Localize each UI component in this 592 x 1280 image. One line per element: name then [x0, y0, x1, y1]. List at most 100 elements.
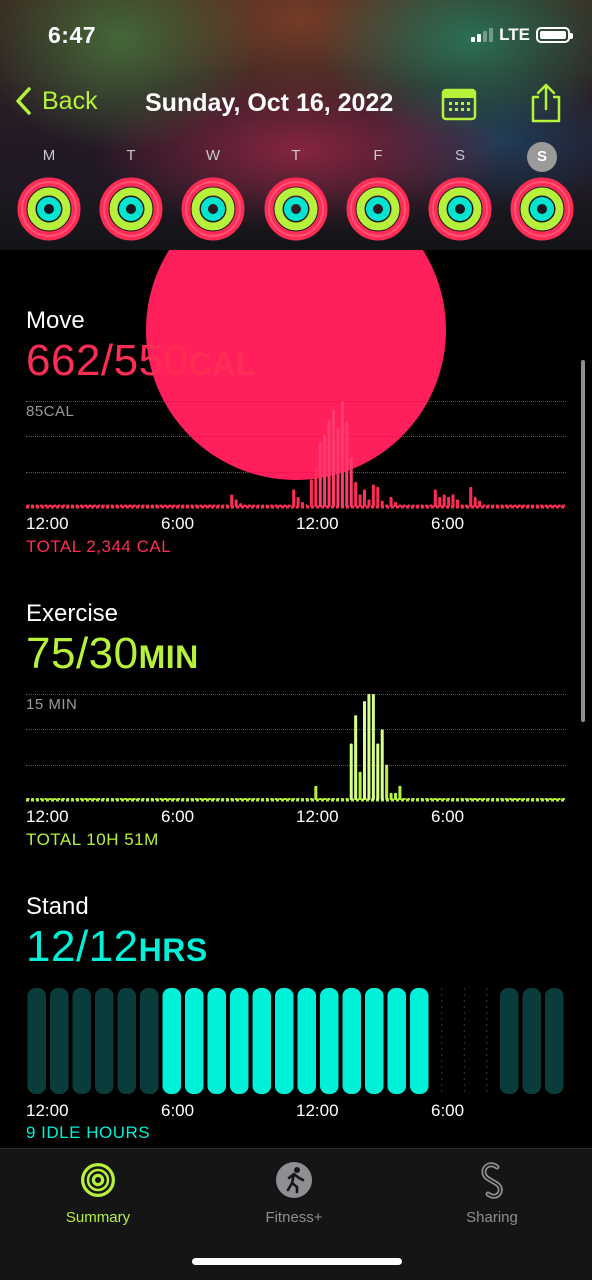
chart-bar	[526, 504, 530, 507]
chart-bar	[513, 504, 517, 507]
week-day-label: T	[291, 147, 301, 164]
chart-bar	[137, 504, 141, 507]
chart-bar	[491, 798, 495, 800]
chart-bar	[491, 504, 495, 507]
chart-bar	[26, 504, 30, 507]
chart-bar	[531, 504, 535, 507]
day-rings-icon[interactable]	[509, 176, 575, 242]
chart-bar	[407, 798, 411, 800]
chart-bar	[163, 504, 167, 507]
chart-bar	[70, 504, 74, 507]
chart-bar	[301, 502, 305, 507]
chart-bar	[455, 499, 459, 507]
chart-bar	[371, 484, 375, 507]
chart-bar	[101, 798, 105, 800]
chart-bar	[79, 798, 83, 800]
day-rings-icon[interactable]	[98, 176, 164, 242]
share-button[interactable]	[528, 82, 564, 124]
chart-bar	[500, 798, 504, 800]
chart-bar	[261, 798, 265, 800]
chart-bar	[194, 504, 198, 507]
calendar-icon	[441, 88, 477, 121]
stand-hour-bar-active	[185, 988, 204, 1094]
scroll-indicator[interactable]	[581, 360, 585, 722]
stand-hour-bar-active	[297, 988, 316, 1094]
axis-time-label: 12:00	[26, 514, 69, 533]
chart-bar	[460, 504, 464, 507]
chart-bar	[35, 504, 39, 507]
week-day-label: T	[126, 147, 136, 164]
tab-sharing[interactable]: Sharing	[432, 1161, 552, 1226]
chart-bar	[287, 798, 291, 800]
chart-bar	[562, 798, 566, 800]
chart-bar	[305, 798, 309, 800]
chart-bar	[416, 504, 420, 507]
exercise-axis-max: 15 MIN	[26, 696, 78, 713]
chart-bar	[398, 504, 402, 507]
calendar-button[interactable]	[441, 87, 477, 121]
chart-bar	[464, 504, 468, 507]
week-day-labels: MTWTFSS	[0, 142, 592, 172]
home-indicator[interactable]	[192, 1258, 402, 1265]
chart-bar	[185, 798, 189, 800]
chart-bar	[39, 798, 43, 800]
chart-bar	[544, 504, 548, 507]
chart-bar	[181, 504, 185, 507]
chart-bar	[292, 798, 296, 800]
day-rings-icon[interactable]	[263, 176, 329, 242]
chart-bar	[362, 701, 367, 800]
chart-bar	[424, 798, 428, 800]
tab-summary[interactable]: Summary	[38, 1161, 158, 1226]
chart-bar	[469, 798, 473, 800]
chart-bar	[230, 798, 234, 800]
day-rings-icon[interactable]	[180, 176, 246, 242]
chart-bar	[482, 798, 486, 800]
chart-bar	[119, 798, 123, 800]
chart-bar	[225, 798, 229, 800]
chart-bar	[150, 798, 154, 800]
chart-bar	[535, 798, 539, 800]
chart-bar	[398, 785, 402, 800]
chart-bar	[199, 504, 203, 507]
chart-bar	[150, 504, 154, 507]
chart-bar	[62, 504, 66, 507]
chart-bar	[407, 504, 411, 507]
move-axis-max: 85CAL	[26, 403, 75, 420]
chart-bar	[212, 504, 216, 507]
chart-bar	[283, 798, 287, 800]
chart-bar	[239, 798, 243, 800]
chart-bar	[495, 504, 499, 507]
chart-bar	[544, 798, 548, 800]
axis-time-label: 6:00	[431, 807, 465, 826]
exercise-title: Exercise	[26, 600, 119, 627]
day-rings-icon[interactable]	[345, 176, 411, 242]
chart-bar	[393, 502, 398, 507]
chart-bar	[526, 798, 530, 800]
chart-bar	[296, 497, 300, 507]
chart-bar	[123, 798, 128, 800]
move-value: 662/550CAL	[26, 336, 256, 386]
chart-bar	[84, 798, 88, 800]
chart-bar	[478, 798, 482, 800]
chart-bar	[296, 798, 300, 800]
status-indicators: LTE	[471, 25, 573, 45]
chart-bar	[79, 504, 83, 507]
day-rings-icon[interactable]	[16, 176, 82, 242]
axis-time-label: 6:00	[161, 807, 195, 826]
chart-bar	[517, 504, 521, 507]
stand-bars	[27, 988, 564, 1094]
chart-bar	[132, 504, 136, 507]
move-value-number: 662/550	[26, 336, 189, 385]
chart-bar	[159, 798, 163, 800]
chart-bar	[44, 504, 48, 507]
chart-bar	[265, 798, 269, 800]
chart-bar	[345, 422, 349, 507]
tab-fitness-plus[interactable]: Fitness+	[234, 1161, 354, 1226]
back-button[interactable]: Back	[14, 86, 98, 116]
chart-bar	[447, 798, 451, 800]
chart-bar	[199, 798, 203, 800]
chart-bar	[522, 504, 526, 507]
chart-bar	[318, 798, 322, 800]
day-rings-icon[interactable]	[427, 176, 493, 242]
chart-bar	[402, 504, 406, 507]
